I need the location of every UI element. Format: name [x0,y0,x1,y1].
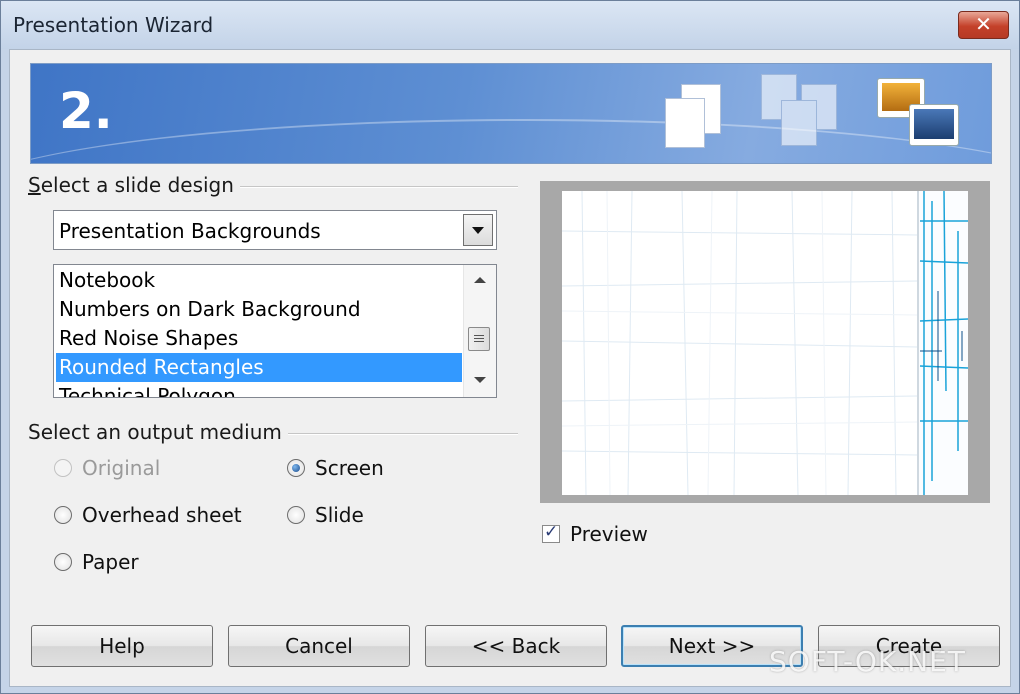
title-bar[interactable]: Presentation Wizard ✕ [1,1,1019,49]
preview-frame [540,181,990,503]
multi-page-icon [761,74,847,154]
list-scrollbar[interactable] [463,265,496,397]
image-slides-icon [877,78,963,152]
list-item[interactable]: Numbers on Dark Background [56,295,462,324]
radio-circle[interactable] [54,553,72,571]
radio-slide-label: Slide [315,503,364,527]
list-item[interactable]: Technical Polygon [56,382,462,397]
banner-decoration [31,119,991,163]
design-category-value: Presentation Backgrounds [59,219,321,243]
scroll-up-icon[interactable] [474,277,486,283]
radio-overhead-label: Overhead sheet [82,503,242,527]
slide-pattern [562,191,968,495]
step-number: 2. [59,82,113,140]
radio-paper[interactable]: Paper [54,550,139,574]
radio-overhead-sheet[interactable]: Overhead sheet [54,503,242,527]
design-category-dropdown[interactable]: Presentation Backgrounds [53,210,497,250]
cancel-button[interactable]: Cancel [228,625,410,667]
radio-screen[interactable]: Screen [287,456,384,480]
scroll-thumb[interactable] [468,327,490,351]
radio-slide[interactable]: Slide [287,503,364,527]
list-item[interactable]: Notebook [56,266,462,295]
radio-screen-label: Screen [315,456,384,480]
design-group-label-text: elect a slide design [40,173,234,197]
slide-preview [562,191,968,495]
preview-label: Preview [570,522,648,546]
chevron-down-icon [472,227,484,234]
wizard-banner: 2. [30,63,992,164]
radio-original[interactable]: Original [54,456,160,480]
preview-checkbox[interactable]: Preview [542,522,648,546]
close-icon: ✕ [975,12,992,36]
radio-paper-label: Paper [82,550,139,574]
radio-circle-checked[interactable] [287,459,305,477]
radio-circle[interactable] [54,506,72,524]
close-button[interactable]: ✕ [958,11,1009,39]
window-title: Presentation Wizard [13,13,214,37]
radio-original-label: Original [82,456,161,480]
wizard-body: 2. Select a slide design Presentation Ba… [9,49,1011,687]
design-list[interactable]: Notebook Numbers on Dark Background Red … [53,264,497,398]
radio-circle[interactable] [54,459,72,477]
presentation-wizard-window: Presentation Wizard ✕ 2. Select a slide … [0,0,1020,694]
back-button[interactable]: << Back [425,625,607,667]
scroll-down-icon[interactable] [474,377,486,383]
single-page-icon [663,84,725,150]
medium-group-label: Select an output medium [28,420,288,444]
list-item[interactable]: Red Noise Shapes [56,324,462,353]
watermark: SOFT-OK.NET [769,645,966,678]
design-group-label: Select a slide design [28,173,240,197]
checkbox-checked[interactable] [542,522,560,543]
list-item-selected[interactable]: Rounded Rectangles [56,353,462,382]
help-button[interactable]: Help [31,625,213,667]
radio-circle[interactable] [287,506,305,524]
design-list-items: Notebook Numbers on Dark Background Red … [54,265,462,397]
dropdown-button[interactable] [463,214,493,246]
